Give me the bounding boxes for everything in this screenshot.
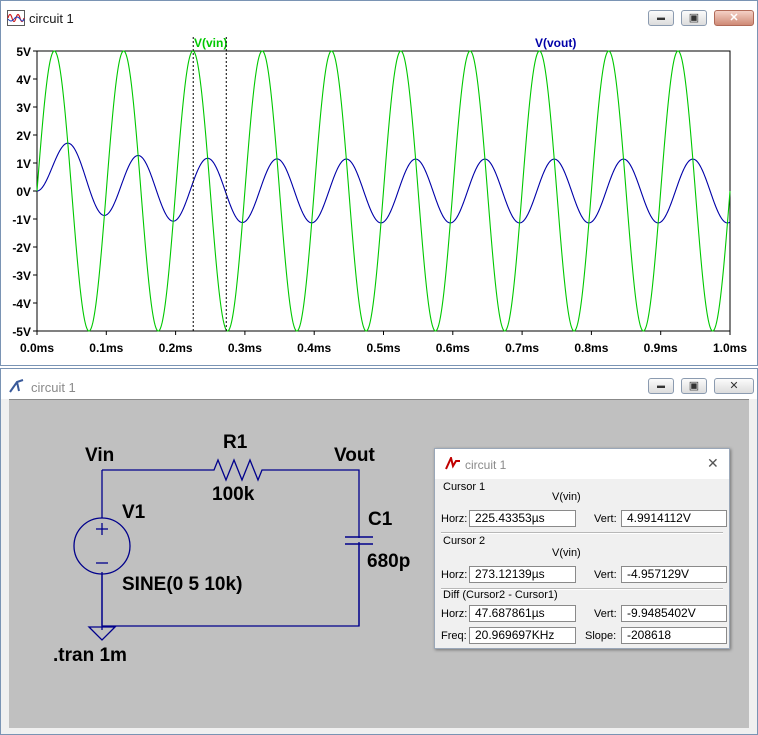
y-tick-label: 0V <box>16 185 31 199</box>
c1-value[interactable]: 680p <box>367 551 410 573</box>
diff-vert-label: Vert: <box>594 608 617 620</box>
y-tick-label: -2V <box>12 241 31 255</box>
cursor1-trace: V(vin) <box>552 491 581 503</box>
y-tick-label: -4V <box>12 297 31 311</box>
x-tick-label: 0.5ms <box>366 341 400 355</box>
wire-r1-to-c1[interactable] <box>265 469 360 538</box>
y-tick-label: -1V <box>12 213 31 227</box>
v1-name[interactable]: V1 <box>122 502 145 524</box>
diff-freq-label: Freq: <box>441 630 467 642</box>
trace-vin[interactable] <box>36 50 731 332</box>
x-tick-label: 0.3ms <box>228 341 262 355</box>
y-tick-label: 1V <box>16 157 31 171</box>
y-tick-label: 2V <box>16 129 31 143</box>
c1-name[interactable]: C1 <box>368 509 392 531</box>
cursor-dialog-title-bar[interactable]: circuit 1 ✕ <box>435 449 729 479</box>
y-tick-label: 5V <box>16 45 31 59</box>
cursor1-horz-label: Horz: <box>441 513 468 525</box>
maximize-icon: ▣ <box>688 380 700 392</box>
waveform-window: circuit 1 ▬ ▣ ✕ V(vin) V(vout) 5V 4V 3V 2V 1… <box>0 0 758 366</box>
cursor2-heading: Cursor 2 <box>443 535 486 547</box>
x-tick-label: 0.8ms <box>574 341 608 355</box>
cursor2-horz-field[interactable]: 273.12139µs <box>469 566 576 583</box>
diff-freq-field[interactable]: 20.969697KHz <box>469 627 576 644</box>
diff-horz-field[interactable]: 47.687861µs <box>469 605 576 622</box>
cursor1-vert-field[interactable]: 4.9914112V <box>621 510 727 527</box>
cursor-dialog: circuit 1 ✕ Cursor 1 V(vin) Horz: 225.43… <box>434 448 730 649</box>
tran-directive[interactable]: .tran 1m <box>53 645 127 667</box>
x-axis: 0.0ms 0.1ms 0.2ms 0.3ms 0.4ms 0.5ms 0.6ms 0.7ms… <box>20 331 747 355</box>
minimize-button[interactable]: ▬ <box>648 378 674 394</box>
y-tick-label: 3V <box>16 101 31 115</box>
cursor2-trace: V(vin) <box>552 547 581 559</box>
y-tick-label: -5V <box>12 325 31 339</box>
net-label-vin[interactable]: Vin <box>85 445 114 467</box>
x-tick-label: 0.6ms <box>436 341 470 355</box>
schematic-window-title: circuit 1 <box>31 380 76 395</box>
trace-vout[interactable] <box>36 142 731 224</box>
net-label-vout[interactable]: Vout <box>334 445 375 467</box>
schematic-app-icon <box>9 379 24 393</box>
maximize-button[interactable]: ▣ <box>681 378 707 394</box>
waveform-plot[interactable]: 5V4V3V2V1V0V-1V-2V-3V-4V-5V 0.0ms 0.1ms 0.… <box>1 1 758 367</box>
cursor2-vert-field[interactable]: -4.957129V <box>621 566 727 583</box>
close-icon[interactable]: ✕ <box>707 455 719 472</box>
diff-horz-label: Horz: <box>441 608 468 620</box>
divider <box>441 532 723 534</box>
close-icon: ✕ <box>729 380 739 392</box>
cursor1-horz-field[interactable]: 225.43353µs <box>469 510 576 527</box>
x-tick-label: 1.0ms <box>713 341 747 355</box>
x-tick-label: 0.1ms <box>89 341 123 355</box>
ltspice-logo-icon <box>445 457 460 470</box>
resistor-r1[interactable] <box>209 458 265 482</box>
minimize-icon: ▬ <box>657 381 665 390</box>
cursor2-horz-label: Horz: <box>441 569 468 581</box>
diff-slope-label: Slope: <box>585 630 617 642</box>
y-tick-label: 4V <box>16 73 31 87</box>
schematic-title-bar[interactable]: circuit 1 ▬ ▣ ✕ <box>1 369 757 399</box>
r1-name[interactable]: R1 <box>223 432 247 454</box>
r1-value[interactable]: 100k <box>212 484 254 506</box>
cursor-dialog-title: circuit 1 <box>465 458 507 472</box>
diff-vert-field[interactable]: -9.9485402V <box>621 605 727 622</box>
x-tick-label: 0.0ms <box>20 341 54 355</box>
close-button[interactable]: ✕ <box>714 378 754 394</box>
diff-slope-field[interactable]: -208618 <box>621 627 727 644</box>
cursor2-vert-label: Vert: <box>594 569 617 581</box>
cursor1-heading: Cursor 1 <box>443 481 486 493</box>
x-tick-label: 0.9ms <box>644 341 678 355</box>
y-tick-label: -3V <box>12 269 31 283</box>
cursor1-vert-label: Vert: <box>594 513 617 525</box>
x-tick-label: 0.4ms <box>297 341 331 355</box>
diff-heading: Diff (Cursor2 - Cursor1) <box>443 589 558 601</box>
x-tick-label: 0.7ms <box>505 341 539 355</box>
v1-value[interactable]: SINE(0 5 10k) <box>122 574 242 596</box>
y-axis: 5V 4V 3V 2V 1V 0V -1V -2V -3V -4V -5V <box>12 45 37 339</box>
x-tick-label: 0.2ms <box>159 341 193 355</box>
